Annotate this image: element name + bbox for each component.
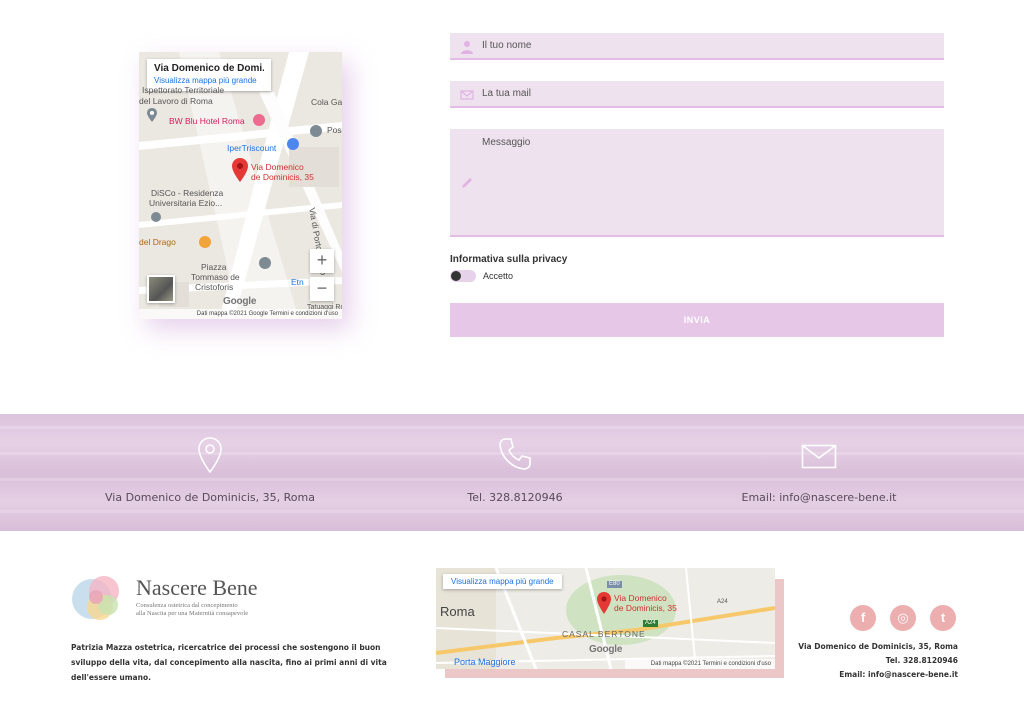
instagram-icon[interactable]: ◎	[890, 605, 916, 631]
user-icon	[461, 41, 473, 54]
map-label-drago: del Drago	[139, 237, 176, 247]
envelope-icon	[801, 444, 837, 469]
footer-map-label-pin-2: de Dominicis, 35	[614, 603, 677, 613]
map-footer-terms[interactable]: Dati mappa ©2021 Google Termini e condiz…	[139, 309, 342, 319]
footer-map-label-casal: CASAL BERTONE	[562, 629, 646, 639]
contact-address: Via Domenico de Dominicis, 35, Roma	[60, 414, 360, 531]
map-label-pin-2: de Dominicis, 35	[251, 172, 314, 182]
zoom-in-button[interactable]: +	[310, 249, 334, 273]
logo-name: Nascere Bene	[136, 575, 258, 600]
pencil-icon	[462, 178, 472, 188]
map-info-title: Via Domenico de Domi...	[154, 63, 264, 74]
email-placeholder: La tua mail	[482, 88, 531, 99]
privacy-title: Informativa sulla privacy	[450, 254, 568, 265]
message-placeholder: Messaggio	[482, 137, 531, 148]
email-text[interactable]: Email: info@nascere-bene.it	[669, 491, 969, 504]
street-view-thumbnail[interactable]	[147, 275, 175, 303]
message-field[interactable]: Messaggio	[450, 129, 944, 237]
footer-map-label-porta: Porta Maggiore	[454, 657, 516, 667]
contact-phone: Tel. 328.8120946	[365, 414, 665, 531]
phone-text[interactable]: Tel. 328.8120946	[365, 491, 665, 504]
map-label-etn: Etn	[291, 277, 304, 287]
location-map[interactable]: Via Domenico de Domi... Visualizza mappa…	[139, 52, 342, 319]
map-label-colaga: Cola Ga	[311, 97, 342, 107]
email-field[interactable]: La tua mail	[450, 81, 944, 108]
residence-pin-icon	[151, 212, 161, 222]
map-label-piazza-3: Cristoforis	[195, 282, 234, 292]
twitter-icon[interactable]: t	[930, 605, 956, 631]
map-label-lavoro-2: del Lavoro di Roma	[139, 96, 213, 106]
footer-email[interactable]: Email: info@nascere-bene.it	[798, 668, 958, 682]
park-pin-icon	[259, 257, 271, 269]
name-placeholder: Il tuo nome	[482, 40, 532, 51]
map-label-disco-2: Universitaria Ezio...	[149, 198, 223, 208]
shopping-pin-icon	[287, 138, 299, 150]
footer-contact: Via Domenico de Dominicis, 35, Roma Tel.…	[798, 640, 958, 682]
footer-description: Patrizia Mazza ostetrica, ricercatrice d…	[71, 643, 387, 682]
location-pin-icon	[198, 437, 222, 474]
facebook-icon[interactable]: f	[850, 605, 876, 631]
location-marker-icon	[232, 158, 248, 182]
logo-tagline: Consulenza ostetrica dal concepimento al…	[136, 602, 248, 618]
map-label-iper: IperTriscount	[227, 143, 277, 153]
footer-location-marker-icon	[597, 592, 611, 614]
phone-icon	[499, 438, 531, 470]
footer-address: Via Domenico de Dominicis, 35, Roma	[798, 642, 958, 651]
brand-logo[interactable]: Nascere Bene Consulenza ostetrica dal co…	[70, 567, 290, 627]
shop-pin-icon	[310, 125, 322, 137]
google-logo: Google	[223, 296, 257, 307]
view-larger-map-link[interactable]: Visualizza mappa più grande	[154, 76, 264, 85]
footer-phone[interactable]: Tel. 328.8120946	[798, 654, 958, 668]
footer-map-label-a24b: A24	[643, 620, 658, 627]
contact-email: Email: info@nascere-bene.it	[669, 414, 969, 531]
name-field[interactable]: Il tuo nome	[450, 33, 944, 60]
map-label-lavoro-1: Ispettorato Territoriale	[142, 85, 225, 95]
submit-button[interactable]: INVIA	[450, 303, 944, 337]
footer-map-terms[interactable]: Dati mappa ©2021 Termini e condizioni d'…	[625, 659, 775, 669]
footer-map-label-a24: A24	[717, 599, 728, 605]
hotel-icon	[253, 114, 265, 126]
logo-tagline-line-1: Consulenza ostetrica dal concepimento	[136, 602, 238, 609]
privacy-accept-toggle[interactable]	[450, 270, 476, 282]
mail-icon	[460, 90, 474, 100]
address-text: Via Domenico de Dominicis, 35, Roma	[105, 491, 315, 504]
footer-map-larger-link[interactable]: Visualizza mappa più grande	[443, 574, 562, 589]
contact-band: Via Domenico de Dominicis, 35, Roma Tel.…	[0, 414, 1024, 531]
logo-mark-icon	[72, 576, 119, 620]
place-pin-icon	[147, 108, 157, 122]
zoom-out-button[interactable]: −	[310, 277, 334, 301]
map-label-pos: Pos	[327, 125, 342, 135]
footer-google-logo: Google	[589, 644, 623, 655]
logo-tagline-line-2: alla Nascita per una Maternità consapevo…	[136, 609, 249, 617]
map-label-hotel: BW Blu Hotel Roma	[169, 116, 245, 126]
privacy-accept-label: Accetto	[483, 271, 514, 281]
toggle-knob	[451, 271, 461, 281]
footer-map-label-roma: Roma	[440, 604, 475, 619]
footer-map-label-e80: E80	[607, 581, 622, 588]
restaurant-pin-icon	[199, 236, 211, 248]
footer-map[interactable]: Visualizza mappa più grande Roma Via Dom…	[436, 568, 775, 669]
